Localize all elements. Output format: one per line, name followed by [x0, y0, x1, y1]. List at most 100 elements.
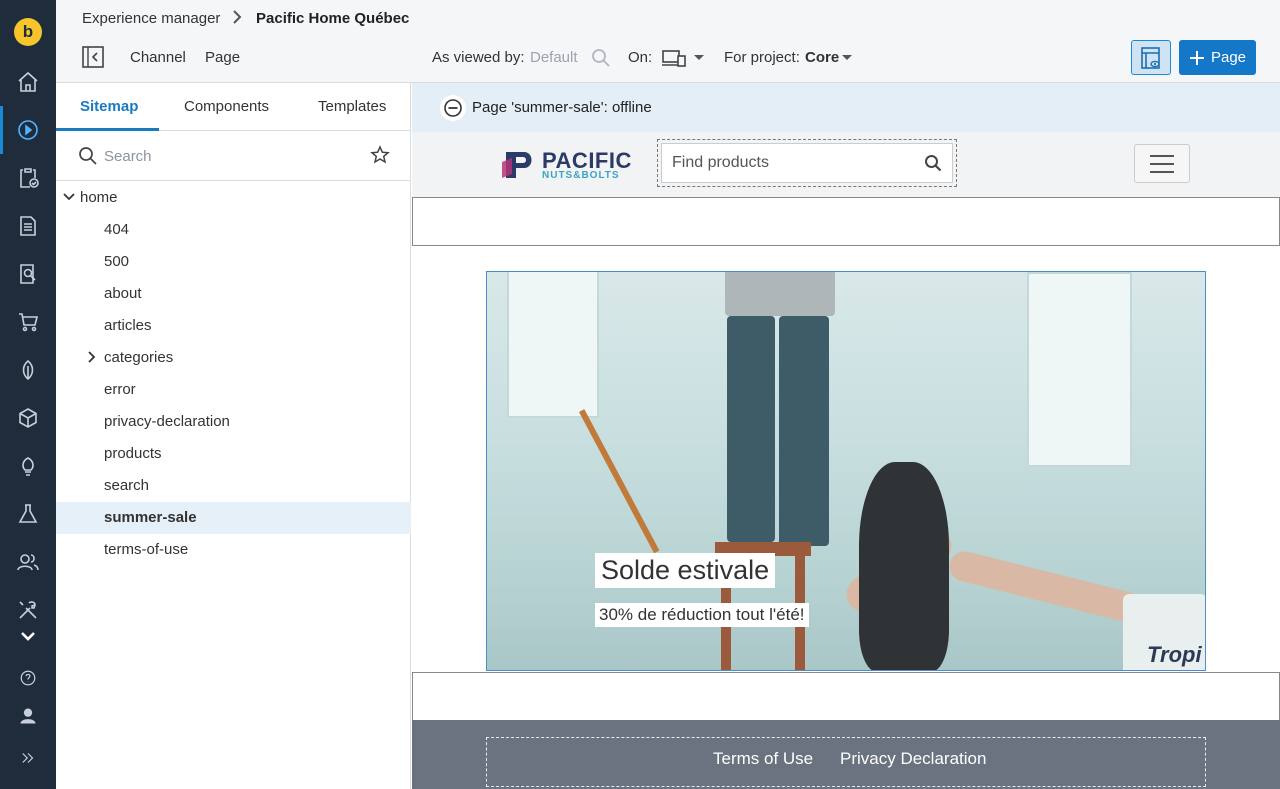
add-page-button[interactable]: Page: [1179, 40, 1256, 75]
panel-tabs: Sitemap Components Templates: [56, 83, 411, 131]
offline-icon: [440, 95, 466, 121]
tree-item-404[interactable]: 404: [56, 214, 411, 246]
hero-leg: [946, 548, 1148, 626]
bucket-label: Tropi: [1147, 642, 1202, 667]
tree-item-label: products: [104, 445, 162, 462]
search-icon[interactable]: [924, 154, 942, 172]
caret-down-icon[interactable]: [693, 54, 705, 62]
toolbar: Channel Page As viewed by: Default On: F…: [56, 36, 1280, 83]
page-preview-icon: [1141, 46, 1160, 69]
tree-item-label: home: [80, 189, 118, 206]
hero-subtitle: 30% de réduction tout l'été!: [595, 603, 809, 627]
tree-item-label: terms-of-use: [104, 541, 189, 558]
tree-item-label: articles: [104, 317, 152, 334]
tree-item-label: error: [104, 381, 136, 398]
app-logo[interactable]: b: [14, 18, 42, 46]
tree-item-search[interactable]: search: [56, 470, 411, 502]
document-search-icon[interactable]: [0, 258, 56, 290]
hamburger-line: [1150, 154, 1174, 157]
plus-icon: [1189, 50, 1204, 65]
chevron-right-icon: [233, 10, 242, 24]
site-header: PACIFIC NUTS&BOLTS: [412, 132, 1280, 197]
expand-icon[interactable]: [0, 742, 56, 774]
page-preview: Page 'summer-sale': offline PACIFIC NUTS…: [412, 83, 1280, 789]
nav-rail: b: [0, 0, 56, 789]
page-status-text: Page 'summer-sale': offline: [472, 99, 652, 116]
search-icon[interactable]: [591, 48, 611, 68]
home-icon[interactable]: [0, 66, 56, 98]
hero-roller-pole: [579, 409, 660, 554]
project-value[interactable]: Core: [805, 49, 839, 66]
sitemap-search-input[interactable]: [104, 145, 354, 167]
tab-templates[interactable]: Templates: [318, 98, 386, 115]
tree-item-label: 500: [104, 253, 130, 270]
cube-icon[interactable]: [0, 402, 56, 434]
brand-sub: NUTS&BOLTS: [542, 170, 620, 181]
tab-components[interactable]: Components: [184, 98, 269, 115]
leaf-icon[interactable]: [0, 354, 56, 386]
tab-sitemap[interactable]: Sitemap: [80, 98, 138, 115]
collapse-panel-icon[interactable]: [82, 46, 104, 68]
play-circle-icon[interactable]: [0, 106, 56, 154]
lightbulb-icon[interactable]: [0, 450, 56, 482]
chevron-down-icon[interactable]: [63, 193, 75, 201]
tree-item-500[interactable]: 500: [56, 246, 411, 278]
terms-link[interactable]: Terms of Use: [713, 749, 813, 769]
tree-item-privacy-declaration[interactable]: privacy-declaration: [56, 406, 411, 438]
hamburger-line: [1150, 162, 1174, 165]
cart-icon[interactable]: [0, 306, 56, 338]
viewed-by-value[interactable]: Default: [530, 49, 578, 66]
clipboard-check-icon[interactable]: [0, 162, 56, 194]
document-icon[interactable]: [0, 210, 56, 242]
hero-window-right: [1027, 272, 1132, 467]
empty-container-bottom[interactable]: [412, 672, 1280, 721]
tree-item-label: summer-sale: [104, 509, 197, 526]
tree-item-label: categories: [104, 349, 174, 366]
tree-item-label: about: [104, 285, 142, 302]
privacy-link[interactable]: Privacy Declaration: [840, 749, 986, 769]
add-page-label: Page: [1210, 49, 1247, 66]
page-menu[interactable]: Page: [205, 49, 240, 66]
tree-item-label: search: [104, 477, 150, 494]
chevron-down-icon[interactable]: [0, 620, 56, 652]
on-label: On:: [628, 49, 653, 66]
star-icon[interactable]: [370, 145, 390, 165]
hero-title: Solde estivale: [595, 553, 776, 588]
hero-window-left: [507, 272, 599, 418]
project-label: For project:: [724, 49, 800, 66]
product-search-input[interactable]: [672, 152, 912, 174]
flask-icon[interactable]: [0, 498, 56, 530]
tree-item-articles[interactable]: articles: [56, 310, 411, 342]
breadcrumb-current: Pacific Home Québec: [256, 10, 410, 27]
breadcrumb-root[interactable]: Experience manager: [82, 10, 220, 27]
tree-item-home[interactable]: home: [56, 182, 411, 214]
hero-person: [859, 462, 949, 670]
empty-container-top[interactable]: [412, 197, 1280, 246]
menu-toggle-button[interactable]: [1134, 144, 1190, 183]
breadcrumb: Experience manager Pacific Home Québec: [56, 0, 1280, 36]
tree-item-summer-sale[interactable]: summer-sale: [56, 502, 411, 534]
sitemap-panel: Sitemap Components Templates home 404 50…: [56, 83, 411, 789]
hero-banner[interactable]: Tropi Solde estivale 30% de réduction to…: [486, 271, 1206, 671]
users-icon[interactable]: [0, 546, 56, 578]
brand-logo[interactable]: PACIFIC NUTS&BOLTS: [502, 148, 644, 181]
chevron-right-icon[interactable]: [88, 351, 96, 363]
hamburger-line: [1150, 170, 1174, 173]
tree-item-label: 404: [104, 221, 130, 238]
help-icon[interactable]: [0, 662, 56, 694]
pacific-logo-icon: [502, 152, 532, 178]
preview-toggle-button[interactable]: [1131, 40, 1171, 75]
tree-item-products[interactable]: products: [56, 438, 411, 470]
product-search: [661, 143, 953, 183]
channel-menu[interactable]: Channel: [130, 49, 186, 66]
tree-item-categories[interactable]: categories: [56, 342, 411, 374]
tree-item-error[interactable]: error: [56, 374, 411, 406]
device-icon[interactable]: [661, 48, 687, 68]
search-component: [657, 139, 957, 187]
tree-item-terms-of-use[interactable]: terms-of-use: [56, 534, 411, 566]
sitemap-search: [56, 131, 411, 181]
hero-leg-left: [727, 316, 775, 542]
tree-item-about[interactable]: about: [56, 278, 411, 310]
caret-down-icon[interactable]: [841, 54, 853, 62]
user-icon[interactable]: [0, 700, 56, 732]
